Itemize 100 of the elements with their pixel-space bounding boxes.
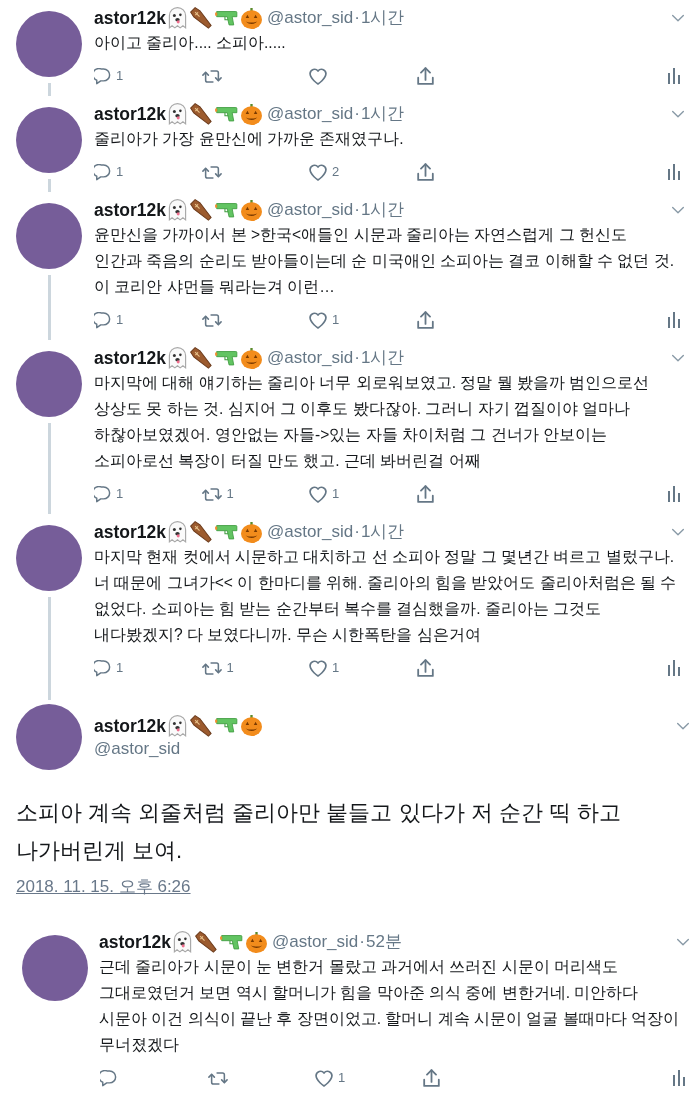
share-button[interactable]: [416, 659, 434, 677]
coffin-icon: [190, 7, 212, 29]
tweet-text: 아이고 줄리아.... 소피아.....: [94, 33, 287, 53]
tweet-text: 마지막에 대해 얘기하는 줄리아 너무 외로워보였고. 정말 뭘 봤을까 범인으로선 상상도 못 하는 것. 심지어 그 이후도 봤다잖아. 그러니 자기 껍질이야 얼마나 하찮아보였겠어. 영안없는 자들->있는 자들 차이처럼 그 건너가 안보이는 소피아로선 복장이 터질 만도 했고. 근데 봐버린걸 어째: [94, 373, 651, 471]
like-button[interactable]: [309, 67, 327, 85]
tweet-text: 마지막 현재 컷에서 시문하고 대치하고 선 소피아 정말 그 몇년간 벼르고 별렀구나. 너 때문에 그녀가<< 이 한마디를 위해. 줄리아의 힘을 받았어도 줄리아처럼은 될 수 없었다. 소피아는 힘 받는 순간부터 복수를 결심했을까. 줄리아는 그것도 내다봤겠지? 다 보였다니까. 무슨 시한폭탄을 심은거여: [94, 547, 678, 645]
reply-icon: [100, 1069, 117, 1087]
heart-icon: [309, 163, 327, 181]
like-button[interactable]: 1: [309, 659, 340, 677]
pumpkin-icon: [241, 199, 262, 221]
coffin-icon: [190, 103, 212, 125]
share-icon: [416, 659, 434, 677]
coffin-icon: [190, 521, 212, 543]
user-handle: @astor_sid: [267, 103, 354, 125]
dot-separator: ·: [359, 931, 365, 953]
analytics-button[interactable]: [668, 486, 680, 502]
retweet-button[interactable]: [207, 1071, 228, 1085]
user-handle: @astor_sid: [267, 7, 354, 29]
chevron-down-icon: [671, 110, 685, 118]
more-options-button[interactable]: [671, 206, 685, 214]
analytics-icon: [668, 68, 680, 84]
chevron-down-icon: [671, 528, 685, 536]
more-options-button[interactable]: [676, 938, 690, 946]
tweet-text: 줄리아가 가장 윤만신에 가까운 존재였구나.: [94, 129, 405, 149]
tweet-text: 근데 줄리아가 시문이 눈 변한거 몰랐고 과거에서 쓰러진 시문이 머리색도 그대로였던거 보면 역시 할머니가 힘을 막아준 의식 중에 변한거네. 미안하다 시문아 이건 의식이 끝난 후 장면이었고. 할머니 계속 시문이 얼굴 볼때마다 억장이 무너졌겠다: [99, 957, 680, 1055]
analytics-button[interactable]: [668, 312, 680, 328]
post-time: 1시간: [360, 521, 405, 543]
reply-button[interactable]: [100, 1069, 117, 1087]
more-options-button[interactable]: [671, 528, 685, 536]
dot-separator: ·: [354, 199, 360, 221]
retweet-icon: [201, 487, 222, 501]
ghost-icon: [168, 7, 187, 29]
display-name: astor12k: [94, 7, 166, 29]
reply-button[interactable]: 1: [94, 67, 124, 85]
reply-button[interactable]: 1: [94, 659, 124, 677]
share-button[interactable]: [416, 163, 434, 181]
analytics-button[interactable]: [668, 660, 680, 676]
analytics-button[interactable]: [673, 1070, 685, 1086]
display-name: astor12k: [99, 931, 171, 953]
reply-button[interactable]: 1: [94, 485, 124, 503]
analytics-button[interactable]: [668, 68, 680, 84]
reply-button[interactable]: 1: [94, 311, 124, 329]
like-button[interactable]: 1: [315, 1069, 346, 1087]
coffin-icon: [195, 931, 217, 953]
more-options-button[interactable]: [676, 721, 690, 730]
thread-line: [47, 275, 51, 340]
tweet-text: 윤만신을 가까이서 본 >한국<애들인 시문과 줄리아는 자연스럽게 그 헌신도 인간과 죽음의 순리도 받아들이는데 순 미국애인 소피아는 결코 이해할 수 없던 것. 이 코리안 샤먼들 뭐라는겨 이런…: [94, 225, 675, 297]
display-name: astor12k: [94, 103, 166, 125]
like-button[interactable]: 1: [309, 311, 340, 329]
share-button[interactable]: [416, 485, 434, 503]
ghost-icon: [168, 103, 187, 125]
more-options-button[interactable]: [671, 110, 685, 118]
ghost-icon: [168, 714, 187, 737]
share-button[interactable]: [422, 1069, 440, 1087]
retweet-icon: [207, 1071, 228, 1085]
display-name: astor12k: [94, 714, 166, 737]
coffin-icon: [190, 714, 212, 737]
post-time: 1시간: [360, 7, 405, 29]
retweet-icon: [201, 165, 222, 179]
like-button[interactable]: 2: [309, 163, 340, 181]
coffin-icon: [190, 347, 212, 369]
reply-icon: [94, 659, 111, 677]
water-gun-icon: [215, 718, 238, 733]
retweet-button[interactable]: 1: [201, 486, 234, 502]
analytics-button[interactable]: [668, 164, 680, 180]
pumpkin-icon: [241, 521, 262, 543]
retweet-button[interactable]: 1: [201, 660, 234, 676]
more-options-button[interactable]: [671, 14, 685, 22]
dot-separator: ·: [354, 347, 360, 369]
share-icon: [422, 1069, 440, 1087]
water-gun-icon: [215, 202, 238, 218]
retweet-button[interactable]: [201, 313, 222, 327]
chevron-down-icon: [676, 721, 690, 730]
heart-icon: [309, 67, 327, 85]
retweet-button[interactable]: [201, 69, 222, 83]
reply-icon: [94, 485, 111, 503]
tweet-text: 소피아 계속 외줄처럼 줄리아만 붙들고 있다가 저 순간 띡 하고 나가버린게 보여.: [16, 799, 622, 865]
retweet-icon: [201, 661, 222, 675]
display-name: astor12k: [94, 521, 166, 543]
reply-icon: [94, 67, 111, 85]
share-button[interactable]: [416, 311, 434, 329]
retweet-button[interactable]: [201, 165, 222, 179]
share-icon: [416, 67, 434, 85]
chevron-down-icon: [671, 354, 685, 362]
pumpkin-icon: [246, 931, 267, 953]
display-name: astor12k: [94, 347, 166, 369]
pumpkin-icon: [241, 347, 262, 369]
analytics-icon: [668, 486, 680, 502]
share-button[interactable]: [416, 67, 434, 85]
more-options-button[interactable]: [671, 354, 685, 362]
like-button[interactable]: 1: [309, 485, 340, 503]
display-name: astor12k: [94, 199, 166, 221]
timestamp-link[interactable]: 2018. 11. 15. 오후 6:26: [16, 876, 191, 898]
heart-icon: [309, 311, 327, 329]
water-gun-icon: [215, 10, 238, 26]
reply-button[interactable]: 1: [94, 163, 124, 181]
reply-icon: [94, 163, 111, 181]
analytics-icon: [668, 164, 680, 180]
retweet-icon: [201, 313, 222, 327]
dot-separator: ·: [354, 7, 360, 29]
